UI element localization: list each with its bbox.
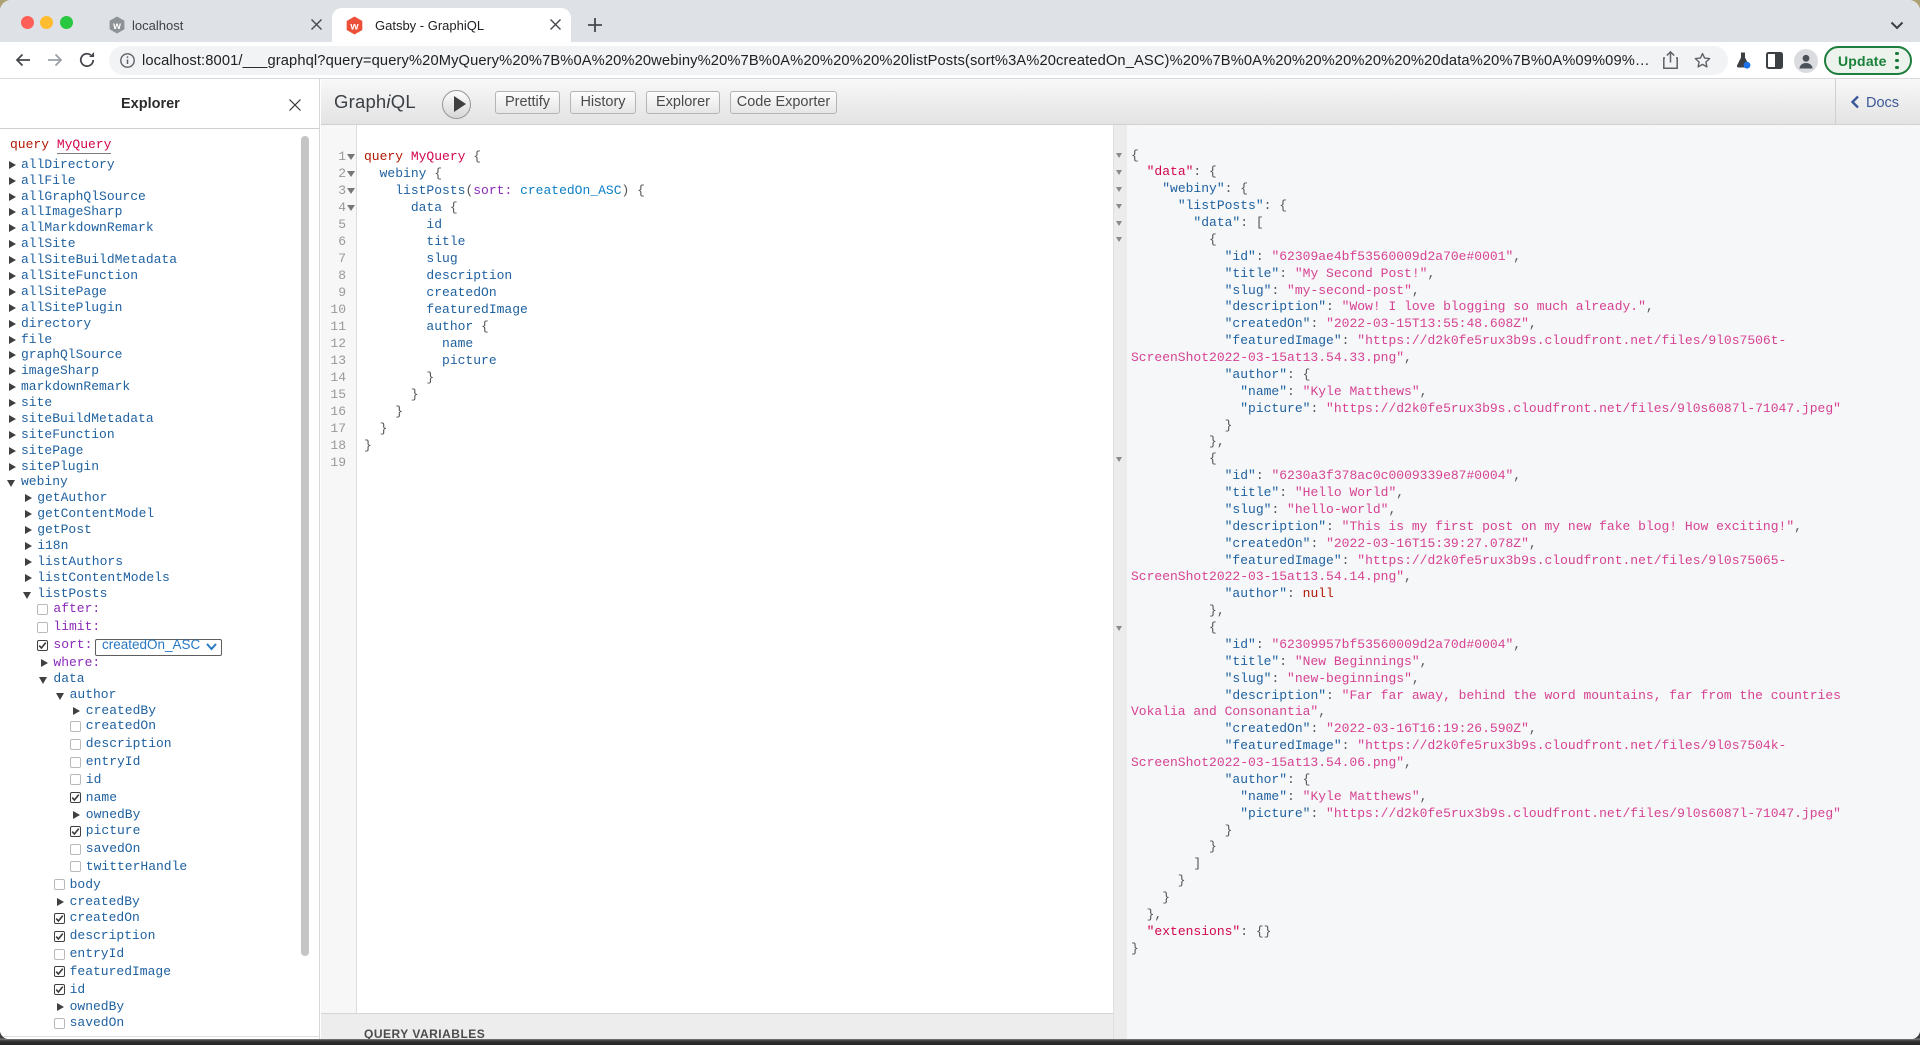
svg-text:w: w: [112, 21, 121, 32]
svg-text:w: w: [349, 21, 359, 33]
